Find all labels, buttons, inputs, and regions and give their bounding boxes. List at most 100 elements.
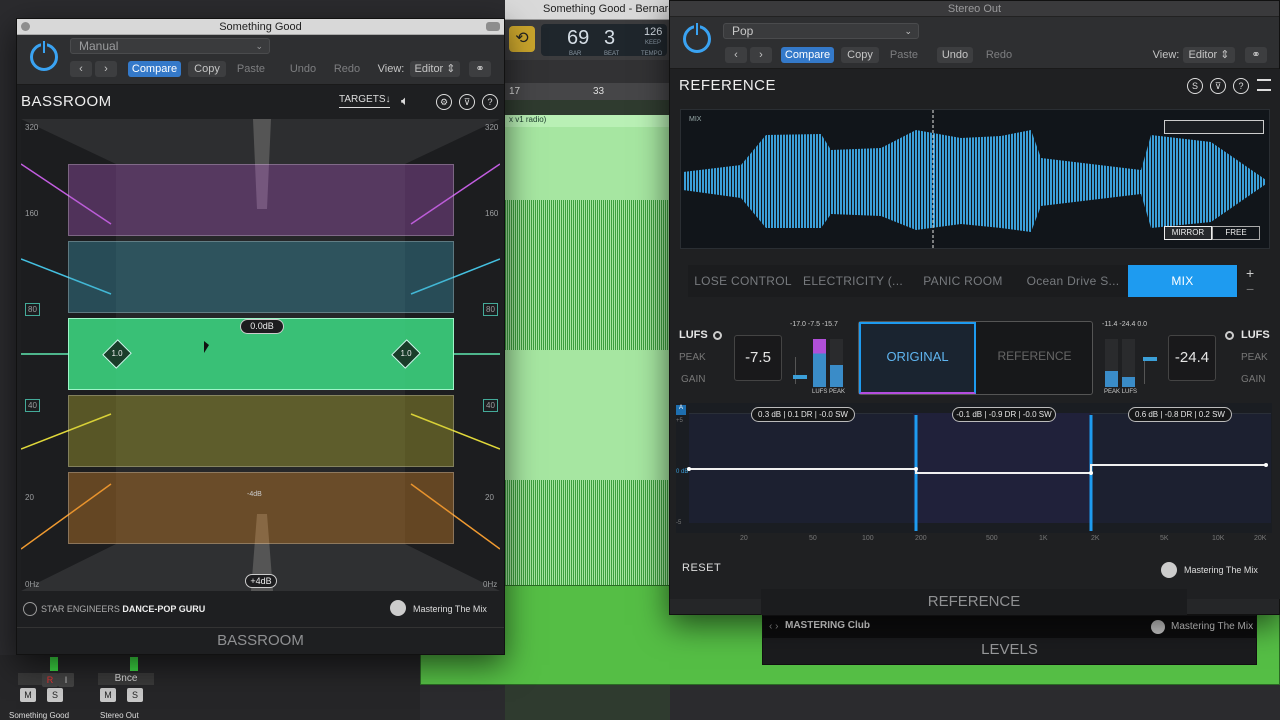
link-icon[interactable]: ⚭	[1245, 47, 1267, 63]
lcd-tempo: 126	[644, 26, 663, 38]
eq-band-yellow[interactable]	[68, 395, 454, 467]
free-button[interactable]: FREE	[1212, 226, 1260, 240]
brand-label: Mastering The Mix	[1184, 565, 1258, 575]
mirror-button[interactable]: MIRROR	[1164, 226, 1212, 240]
remove-track-button[interactable]: −	[1246, 281, 1254, 297]
eq-band-purple[interactable]	[68, 164, 454, 236]
settings-icon[interactable]: ⚙	[436, 94, 452, 110]
menu-icon[interactable]	[1257, 79, 1271, 91]
right-value-display[interactable]: -24.4	[1168, 335, 1216, 381]
close-icon[interactable]	[21, 22, 30, 31]
compare-button[interactable]: Compare	[781, 47, 834, 63]
gain-fader[interactable]	[793, 357, 807, 384]
reference-main: REFERENCE S ⊽ ? MIX MIRROR FREE LOSE CON…	[670, 69, 1280, 599]
solo-button[interactable]: S	[47, 688, 63, 702]
link-icon[interactable]: ⚭	[469, 61, 491, 77]
input-monitor-button[interactable]: I	[58, 673, 74, 687]
mtm-logo-icon	[1161, 562, 1177, 578]
eq-analysis-display[interactable]: A +5 0 dB -5 0.3 dB | 0.1 DR | -0.0 SW -…	[676, 403, 1272, 533]
lcd-bar: 69	[567, 27, 590, 49]
original-reference-toggle[interactable]: ORIGINAL REFERENCE	[858, 321, 1093, 395]
tab-ocean-drive[interactable]: Ocean Drive S...	[1020, 265, 1126, 297]
speaker-mute-icon[interactable]: 🔈︎	[401, 93, 409, 109]
reset-button[interactable]: RESET	[682, 562, 721, 574]
waveform-display[interactable]: MIX MIRROR FREE	[680, 109, 1270, 250]
peak-meter	[1105, 339, 1118, 387]
undo-button[interactable]: Undo	[285, 61, 321, 77]
targets-button[interactable]: TARGETS↓	[339, 94, 391, 108]
paste-button[interactable]: Paste	[232, 61, 270, 77]
redo-button[interactable]: Redo	[981, 47, 1017, 63]
mute-button[interactable]: M	[20, 688, 36, 702]
paste-button[interactable]: Paste	[885, 47, 923, 63]
window-title-bar[interactable]: Something Good	[17, 19, 504, 35]
record-button[interactable]: R	[42, 673, 58, 687]
window-title-bar[interactable]: Stereo Out	[670, 1, 1279, 17]
view-dropdown[interactable]: Editor ⇕	[1183, 47, 1235, 63]
tab-mix-active[interactable]: MIX	[1128, 265, 1237, 297]
stereo-icon[interactable]: S	[1187, 78, 1203, 94]
preset-icon[interactable]: ⊽	[1210, 78, 1226, 94]
solo-button[interactable]: S	[127, 688, 143, 702]
undo-button[interactable]: Undo	[937, 47, 973, 63]
preset-dropdown[interactable]: Manual ⌄	[70, 38, 270, 54]
view-dropdown[interactable]: Editor ⇕	[410, 61, 460, 77]
eq-band-green-selected[interactable]: 0.0dB 1.0 1.0	[68, 318, 454, 390]
bottom-title: BASSROOM	[17, 627, 504, 654]
prev-preset-button[interactable]: ‹	[70, 61, 92, 77]
band-stats-chip[interactable]: 0.3 dB | 0.1 DR | -0.0 SW	[751, 407, 855, 422]
freq-tick: 160	[25, 209, 39, 218]
bounce-label[interactable]: Bnce	[98, 673, 154, 685]
gain-fader[interactable]	[1143, 357, 1158, 384]
left-meter-values: -17.0 -7.5 -15.7	[790, 321, 838, 328]
eq-band-orange[interactable]: -4dB	[68, 472, 454, 544]
reference-plugin-window: Stereo Out Pop ⌄ ‹ › Compare Copy Paste U…	[669, 0, 1280, 615]
cycle-icon[interactable]: ⟲	[509, 26, 535, 52]
band-stats-chip[interactable]: -0.1 dB | -0.9 DR | -0.0 SW	[952, 407, 1056, 422]
footer-preset[interactable]: STAR ENGINEERS DANCE-POP GURU	[41, 604, 205, 614]
peak-left-label: PEAK	[679, 352, 706, 363]
chevron-icon: ‹ ›	[769, 621, 779, 632]
band-gain-label: -4dB	[247, 491, 262, 498]
tab-lose-control[interactable]: LOSE CONTROL	[690, 265, 796, 297]
help-icon[interactable]: ?	[482, 94, 498, 110]
add-track-button[interactable]: +	[1246, 265, 1254, 281]
radio-icon[interactable]	[1225, 331, 1234, 340]
eq-curve	[687, 415, 1268, 531]
mastering-club-logo: MASTERING Club	[785, 620, 870, 631]
tab-electricity[interactable]: ELECTRICITY (...	[800, 265, 906, 297]
help-icon[interactable]: ?	[1233, 78, 1249, 94]
next-preset-button[interactable]: ›	[750, 47, 772, 63]
next-preset-button[interactable]: ›	[95, 61, 117, 77]
levels-brand-bar: ‹ › MASTERING Club Mastering The Mix	[763, 616, 1256, 638]
compare-button[interactable]: Compare	[128, 61, 181, 77]
tab-panic-room[interactable]: PANIC ROOM	[910, 265, 1016, 297]
host-toolbar: Pop ⌄ ‹ › Compare Copy Paste Undo Redo Vi…	[670, 17, 1279, 69]
lufs-right-label: LUFS	[1241, 329, 1270, 341]
freq-axis: 20 50 100 200 500 1K 2K 5K 10K 20K	[740, 535, 1267, 542]
preset-dropdown[interactable]: Pop ⌄	[723, 23, 919, 39]
bassroom-main: BASSROOM TARGETS↓ 🔈︎ ⚙ ⊽ ? 0.0dB 1.0 1.0…	[17, 85, 504, 654]
left-value-display[interactable]: -7.5	[734, 335, 782, 381]
copy-button[interactable]: Copy	[188, 61, 226, 77]
redo-button[interactable]: Redo	[329, 61, 365, 77]
power-icon[interactable]	[683, 22, 711, 53]
prev-preset-button[interactable]: ‹	[725, 47, 747, 63]
timeline-ruler[interactable]: 17 33	[505, 83, 670, 100]
mute-button[interactable]: M	[100, 688, 116, 702]
bassroom-eq-room[interactable]: 0.0dB 1.0 1.0 -4dB 320 160 80 40 20 0Hz …	[21, 119, 500, 591]
power-icon[interactable]	[30, 40, 58, 71]
band-stats-chip[interactable]: 0.6 dB | -0.8 DR | 0.2 SW	[1128, 407, 1232, 422]
copy-button[interactable]: Copy	[841, 47, 879, 63]
freq-tick: 40	[25, 399, 40, 412]
eq-band-blue[interactable]	[68, 241, 454, 313]
radio-icon[interactable]	[713, 331, 722, 340]
low-gain-pill[interactable]: +4dB	[245, 574, 277, 588]
host-toolbar: Manual ⌄ ‹ › Compare Copy Paste Undo Redo…	[17, 35, 504, 85]
lcd-display[interactable]: 69 3 BAR BEAT 126 KEEP TEMPO	[541, 24, 667, 57]
band-gain-label[interactable]: 0.0dB	[240, 319, 284, 334]
zoom-selector[interactable]	[1164, 120, 1264, 134]
window-toggle-icon[interactable]	[486, 22, 500, 31]
freq-tick: 0Hz	[25, 580, 40, 589]
preset-icon[interactable]: ⊽	[459, 94, 475, 110]
